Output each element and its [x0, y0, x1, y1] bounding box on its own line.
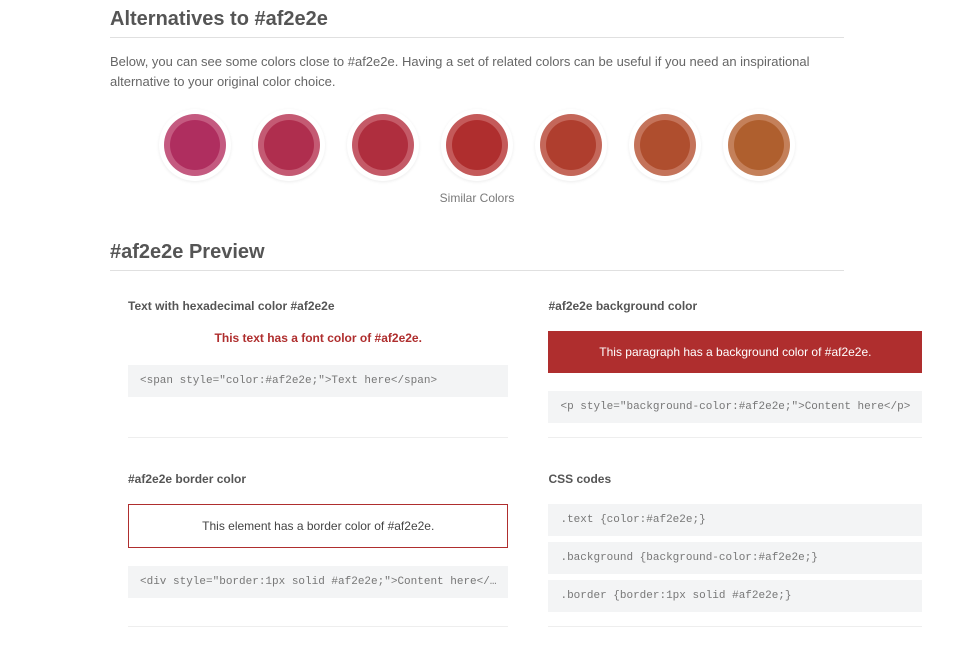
cell-css-codes: CSS codes .text {color:#af2e2e;} .backgro… — [548, 472, 922, 627]
preview-heading: #af2e2e Preview — [110, 233, 844, 271]
cell-title: #af2e2e background color — [548, 299, 922, 313]
code-snippet[interactable]: <p style="background-color:#af2e2e;">Con… — [548, 391, 922, 423]
code-snippet[interactable]: <div style="border:1px solid #af2e2e;">C… — [128, 566, 508, 598]
swatch-row — [110, 109, 844, 181]
swatch-ring — [352, 114, 414, 176]
swatch-inner — [734, 120, 784, 170]
cell-title: #af2e2e border color — [128, 472, 508, 486]
swatch-ring — [164, 114, 226, 176]
swatch-inner — [358, 120, 408, 170]
swatch-ring — [446, 114, 508, 176]
color-swatch[interactable] — [629, 109, 701, 181]
swatch-inner — [452, 120, 502, 170]
swatch-ring — [728, 114, 790, 176]
swatch-inner — [640, 120, 690, 170]
alternatives-heading: Alternatives to #af2e2e — [110, 0, 844, 38]
color-swatch[interactable] — [159, 109, 231, 181]
code-snippet[interactable]: .background {background-color:#af2e2e;} — [548, 542, 922, 574]
cell-background-color: #af2e2e background color This paragraph … — [548, 299, 922, 438]
alternatives-intro: Below, you can see some colors close to … — [110, 52, 844, 91]
color-swatch[interactable] — [441, 109, 513, 181]
swatch-inner — [170, 120, 220, 170]
swatch-ring — [540, 114, 602, 176]
text-color-sample: This text has a font color of #af2e2e. — [128, 331, 508, 345]
code-snippet[interactable]: .border {border:1px solid #af2e2e;} — [548, 580, 922, 612]
swatch-inner — [264, 120, 314, 170]
preview-grid: Text with hexadecimal color #af2e2e This… — [110, 299, 844, 627]
swatch-ring — [258, 114, 320, 176]
cell-title: CSS codes — [548, 472, 922, 486]
cell-text-color: Text with hexadecimal color #af2e2e This… — [128, 299, 508, 438]
swatch-caption: Similar Colors — [110, 191, 844, 205]
swatch-ring — [634, 114, 696, 176]
color-swatch[interactable] — [535, 109, 607, 181]
code-snippet[interactable]: <span style="color:#af2e2e;">Text here</… — [128, 365, 508, 397]
cell-border-color: #af2e2e border color This element has a … — [128, 472, 508, 627]
color-swatch[interactable] — [723, 109, 795, 181]
background-color-sample: This paragraph has a background color of… — [548, 331, 922, 373]
color-swatch[interactable] — [347, 109, 419, 181]
code-snippet[interactable]: .text {color:#af2e2e;} — [548, 504, 922, 536]
css-code-stack: .text {color:#af2e2e;} .background {backg… — [548, 504, 922, 612]
swatch-inner — [546, 120, 596, 170]
cell-title: Text with hexadecimal color #af2e2e — [128, 299, 508, 313]
border-color-sample: This element has a border color of #af2e… — [128, 504, 508, 548]
color-swatch[interactable] — [253, 109, 325, 181]
